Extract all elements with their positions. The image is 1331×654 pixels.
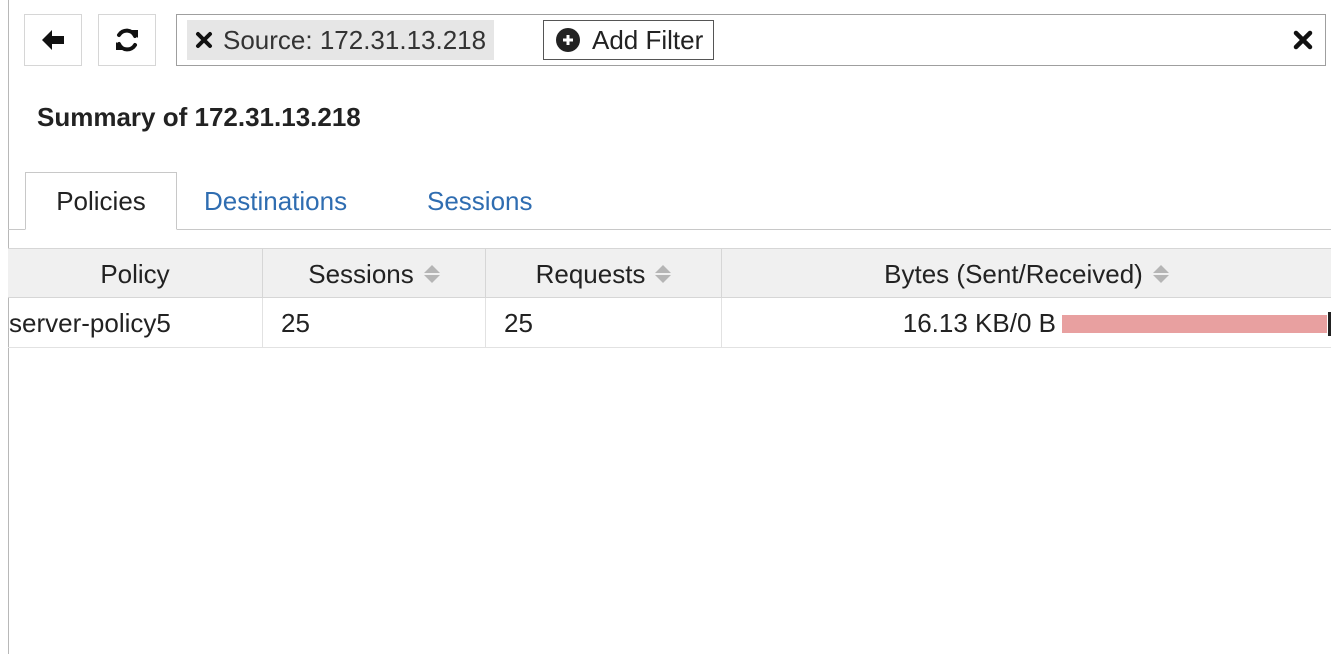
cell-requests: 25 (486, 298, 722, 348)
policies-table: Policy Sessions Requests Bytes (Sent/Rec… (8, 248, 1331, 348)
table-row[interactable]: server-policy5 25 25 16.13 KB/0 B (8, 298, 1331, 348)
column-header-policy[interactable]: Policy (8, 249, 263, 299)
filter-bar[interactable]: Source: 172.31.13.218 Add Filter (176, 14, 1326, 66)
filter-chip-label: Source: 172.31.13.218 (223, 24, 487, 55)
add-filter-button[interactable]: Add Filter (543, 20, 715, 60)
sort-icon (1152, 265, 1169, 283)
clear-filters-button[interactable] (1291, 27, 1315, 53)
summary-title: Summary of 172.31.13.218 (37, 102, 361, 132)
tab-policies[interactable]: Policies (25, 172, 177, 230)
bytes-bar (1062, 312, 1331, 336)
filter-chip-source: Source: 172.31.13.218 (187, 20, 495, 60)
column-header-label: Requests (535, 258, 646, 289)
sort-icon (423, 265, 440, 283)
cell-policy: server-policy5 (8, 298, 263, 348)
back-button[interactable] (24, 14, 82, 66)
add-filter-label: Add Filter (592, 24, 704, 55)
plus-circle-icon (556, 28, 580, 52)
refresh-button[interactable] (98, 14, 156, 66)
column-header-bytes[interactable]: Bytes (Sent/Received) (722, 249, 1331, 299)
cell-sessions: 25 (263, 298, 486, 348)
remove-filter-icon[interactable] (193, 29, 215, 51)
bytes-value: 16.13 KB/0 B (902, 307, 1056, 338)
tab-bar: Policies Destinations Sessions (8, 172, 1331, 230)
tab-sessions[interactable]: Sessions (427, 172, 533, 230)
sort-icon (655, 265, 672, 283)
cell-bytes: 16.13 KB/0 B (722, 298, 1331, 348)
arrow-left-icon (42, 30, 64, 50)
tab-destinations[interactable]: Destinations (204, 172, 347, 230)
table-header: Policy Sessions Requests Bytes (Sent/Rec… (8, 248, 1331, 299)
bytes-sent-bar (1062, 315, 1327, 333)
column-header-label: Sessions (308, 258, 414, 289)
column-header-label: Policy (100, 258, 170, 289)
close-icon (1293, 30, 1313, 50)
column-header-requests[interactable]: Requests (486, 249, 722, 299)
refresh-icon (116, 28, 138, 52)
column-header-sessions[interactable]: Sessions (263, 249, 486, 299)
column-header-label: Bytes (Sent/Received) (884, 258, 1143, 289)
